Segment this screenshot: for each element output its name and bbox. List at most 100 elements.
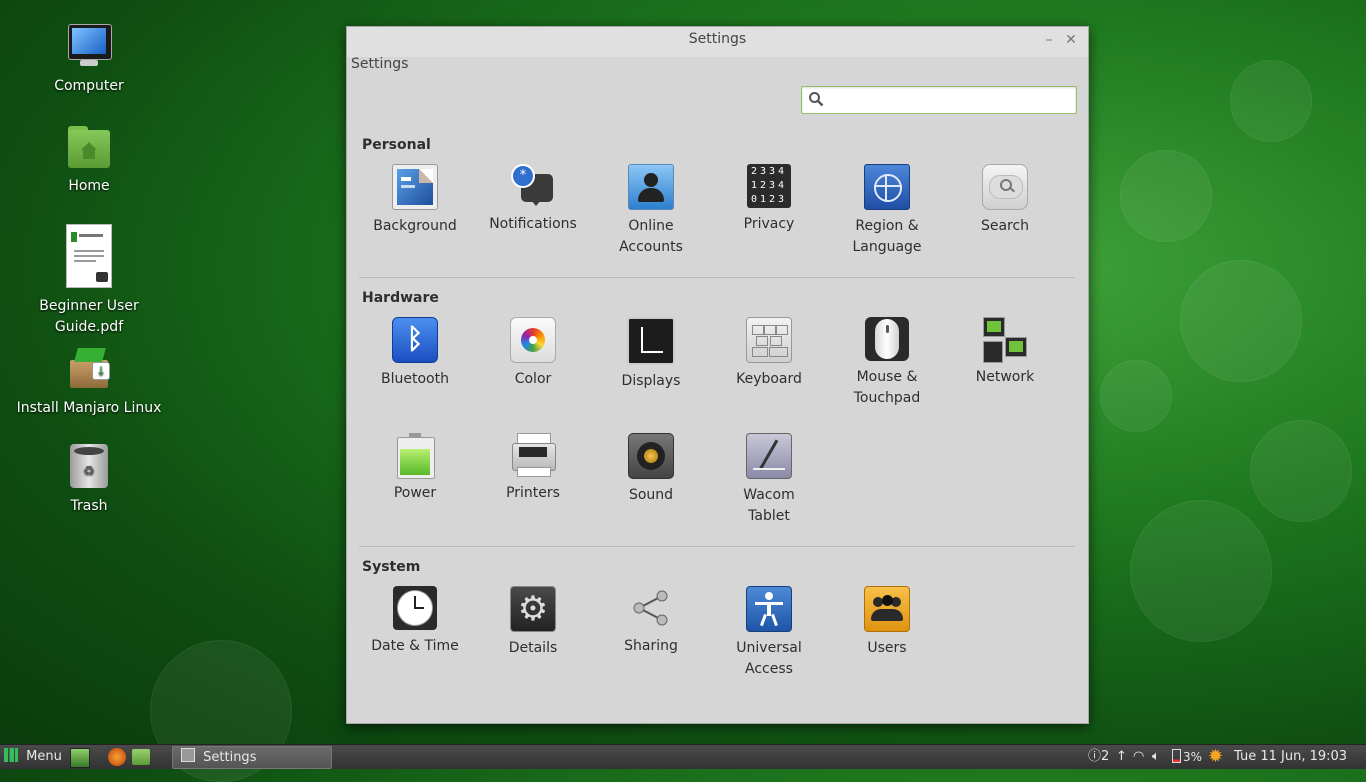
panel-label: Keyboard — [736, 371, 802, 387]
panel-label: Online Accounts — [619, 218, 683, 255]
file-manager-icon[interactable] — [132, 749, 150, 765]
home-folder-icon — [66, 124, 112, 170]
menu-button[interactable]: Menu — [4, 745, 62, 769]
notification-indicator[interactable]: ⓘ2 — [1088, 745, 1109, 769]
panel-keyboard[interactable]: Keyboard — [710, 317, 828, 390]
panel-power[interactable]: Power — [356, 433, 474, 504]
panel-background[interactable]: Background — [356, 164, 474, 237]
panel-label: Region & Language — [852, 218, 922, 255]
panel-users[interactable]: Users — [828, 586, 946, 659]
panel-label: Search — [980, 218, 1030, 234]
close-button[interactable]: ✕ — [1062, 31, 1080, 49]
panel-label: Wacom Tablet — [743, 487, 795, 524]
printer-icon — [511, 433, 556, 477]
clock[interactable]: Tue 11 Jun, 19:03 — [1234, 745, 1347, 769]
window-titlebar[interactable]: Settings – ✕ — [347, 27, 1088, 57]
network-icon — [983, 317, 1027, 363]
universal-access-icon — [746, 586, 792, 632]
battery-percent: 3% — [1183, 750, 1203, 764]
manjaro-logo-icon — [4, 748, 18, 762]
region-language-icon — [864, 164, 910, 210]
desktop-icon-label: Trash — [70, 498, 108, 514]
minimize-button[interactable]: – — [1040, 31, 1058, 49]
update-arrow-icon[interactable]: ↑ — [1116, 745, 1127, 769]
search-box[interactable] — [801, 86, 1077, 114]
search-input[interactable] — [826, 90, 1070, 110]
panel-sound[interactable]: Sound — [592, 433, 710, 506]
desktop-icon-computer[interactable]: Computer — [14, 24, 164, 97]
desktop-icon-home[interactable]: Home — [14, 124, 164, 197]
settings-app-icon — [181, 748, 195, 762]
panel-search[interactable]: Search — [946, 164, 1064, 237]
volume-icon[interactable]: 🔈︎ — [1152, 745, 1160, 769]
section-title-hardware: Hardware — [362, 290, 439, 306]
pdf-document-icon — [66, 224, 112, 290]
panel-mouse-touchpad[interactable]: Mouse & Touchpad — [828, 317, 946, 409]
wifi-icon[interactable]: ◠ — [1133, 745, 1144, 769]
weather-sun-icon[interactable]: ✹ — [1208, 748, 1226, 766]
panel-sharing[interactable]: Sharing — [592, 586, 710, 657]
menu-label: Menu — [26, 749, 62, 764]
desktop-icon-label: Computer — [54, 78, 124, 94]
panel-label: Sharing — [624, 638, 678, 654]
panel-privacy[interactable]: 2334 1234 0123 Privacy — [710, 164, 828, 235]
panel-color[interactable]: Color — [474, 317, 592, 390]
breadcrumb[interactable]: Settings — [351, 56, 408, 72]
panel-label: Mouse & Touchpad — [853, 369, 921, 406]
sound-icon — [628, 433, 674, 479]
trash-icon: ♻ — [66, 444, 112, 490]
displays-icon — [627, 317, 675, 365]
keyboard-icon — [746, 317, 792, 363]
panel-online-accounts[interactable]: Online Accounts — [592, 164, 710, 258]
panel-label: Date & Time — [371, 638, 459, 654]
panel-network[interactable]: Network — [946, 317, 1064, 388]
panel-details[interactable]: ⚙ Details — [474, 586, 592, 659]
desktop-icon-guide-pdf[interactable]: Beginner User Guide.pdf — [14, 224, 164, 338]
panel-universal-access[interactable]: Universal Access — [710, 586, 828, 680]
panel-label: Printers — [506, 485, 560, 501]
panel-label: Network — [975, 369, 1035, 385]
power-icon — [393, 433, 437, 479]
sharing-icon — [633, 590, 668, 626]
desktop-icon-label: Beginner User Guide.pdf — [39, 298, 139, 335]
background-icon — [392, 164, 438, 210]
panel-label: Universal Access — [736, 640, 802, 677]
task-label: Settings — [203, 750, 257, 765]
desktop-icon-label: Home — [68, 178, 110, 194]
details-gear-icon: ⚙ — [510, 586, 556, 632]
panel-label: Notifications — [489, 216, 577, 232]
panel-date-time[interactable]: Date & Time — [356, 586, 474, 657]
online-accounts-icon — [628, 164, 674, 210]
section-divider — [359, 277, 1075, 278]
panel-label: Background — [373, 218, 457, 234]
notification-count: 2 — [1101, 749, 1110, 764]
panel-displays[interactable]: Displays — [592, 317, 710, 392]
installer-box-icon: ↓ — [66, 346, 112, 392]
section-title-system: System — [362, 559, 421, 575]
wacom-tablet-icon — [746, 433, 792, 479]
section-title-personal: Personal — [362, 137, 431, 153]
notifications-icon: * — [511, 164, 555, 208]
battery-indicator[interactable]: 3% — [1172, 745, 1202, 769]
taskbar: Menu Settings ⓘ2 ↑ ◠ 🔈︎ 3% ✹ Tue 11 Jun,… — [0, 744, 1366, 769]
settings-window: Settings – ✕ Settings Personal Backgroun… — [346, 26, 1089, 724]
panel-notifications[interactable]: * Notifications — [474, 164, 592, 235]
panel-region-language[interactable]: Region & Language — [828, 164, 946, 258]
panel-label: Bluetooth — [381, 371, 449, 387]
show-desktop-icon[interactable] — [70, 748, 90, 768]
taskbar-settings-window[interactable]: Settings — [172, 746, 332, 769]
computer-icon — [66, 24, 112, 70]
panel-wacom-tablet[interactable]: Wacom Tablet — [710, 433, 828, 527]
panel-label: Privacy — [743, 216, 795, 232]
privacy-icon: 2334 1234 0123 — [747, 164, 791, 208]
bluetooth-icon: ᛒ — [392, 317, 438, 363]
window-title: Settings — [688, 31, 747, 47]
desktop-icon-install-manjaro[interactable]: ↓ Install Manjaro Linux — [14, 346, 164, 419]
panel-bluetooth[interactable]: ᛒ Bluetooth — [356, 317, 474, 390]
desktop-icon-trash[interactable]: ♻ Trash — [14, 444, 164, 517]
search-icon — [809, 92, 824, 107]
users-icon — [864, 586, 910, 632]
info-icon: ⓘ — [1088, 749, 1102, 764]
panel-printers[interactable]: Printers — [474, 433, 592, 504]
firefox-icon[interactable] — [108, 748, 126, 766]
